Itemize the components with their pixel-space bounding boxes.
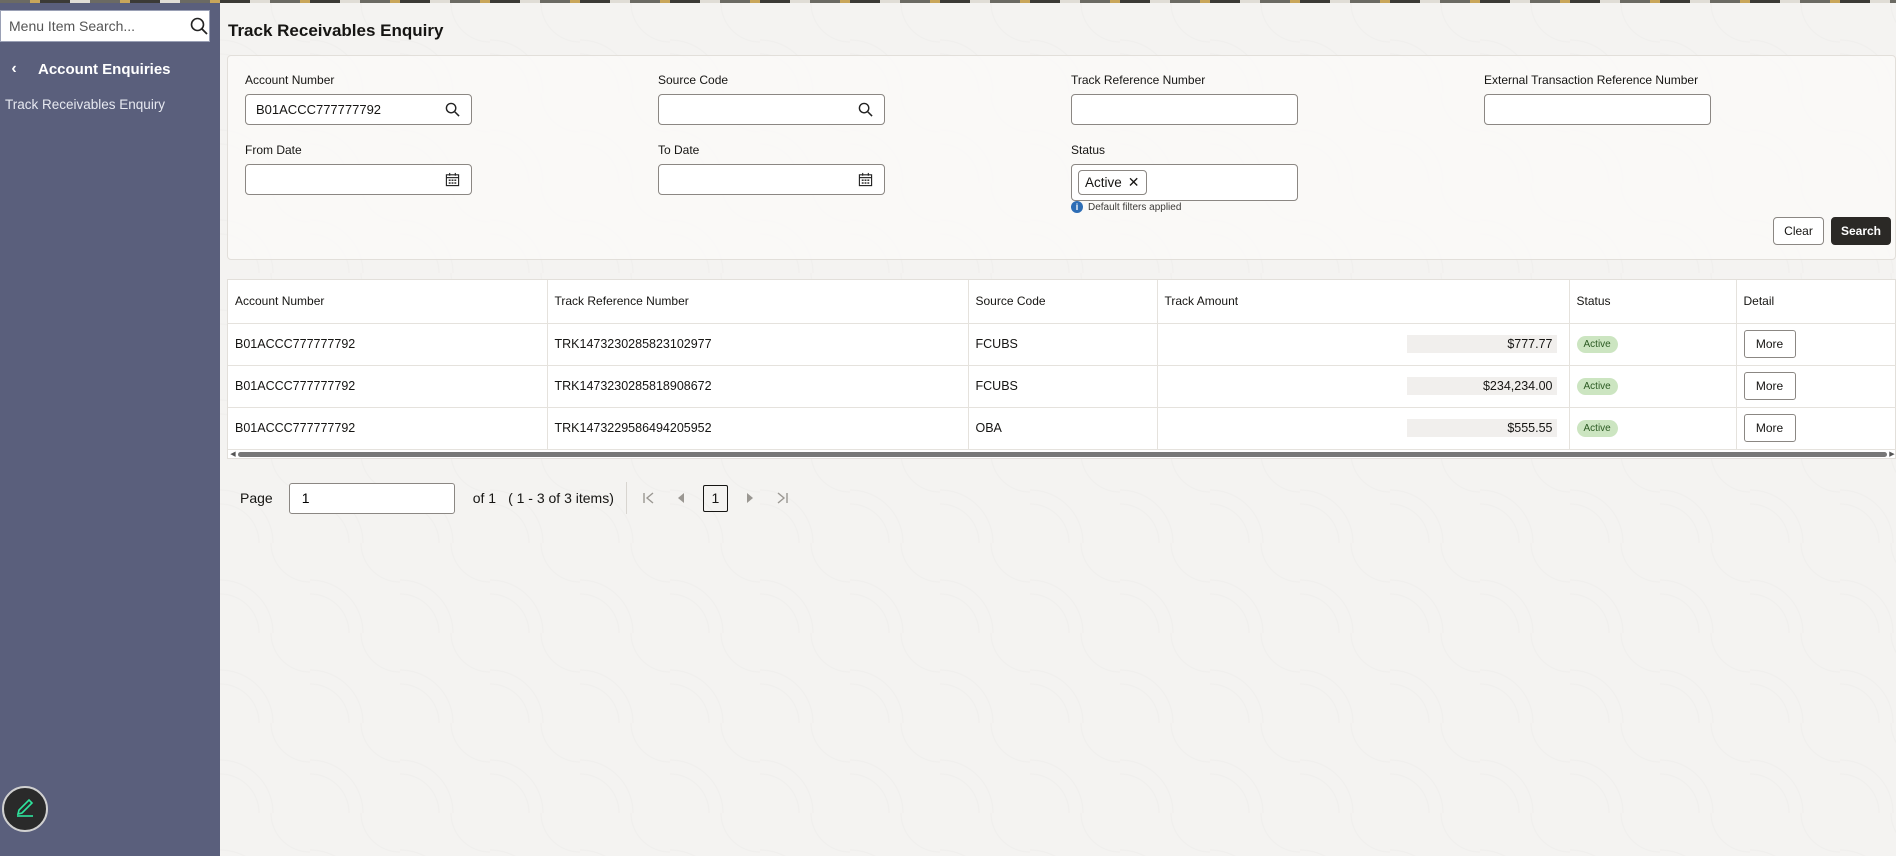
cell-track-reference: TRK1473230285823102977 xyxy=(547,323,969,366)
from-date-field[interactable] xyxy=(245,164,472,195)
column-header-source-code[interactable]: Source Code xyxy=(968,280,1158,324)
first-page-icon[interactable] xyxy=(639,488,659,508)
source-code-field[interactable] xyxy=(658,94,885,125)
table-row[interactable]: B01ACCC777777792 TRK1473229586494205952 … xyxy=(228,407,1896,450)
edit-pencil-icon xyxy=(14,796,36,823)
divider xyxy=(625,482,627,514)
page-number-input[interactable] xyxy=(288,482,455,514)
status-badge: Active xyxy=(1576,419,1618,437)
table-row[interactable]: B01ACCC777777792 TRK1473230285823102977 … xyxy=(228,323,1896,366)
cell-status: Active xyxy=(1569,323,1737,366)
scrollbar-thumb[interactable] xyxy=(238,451,1887,457)
info-icon: i xyxy=(1071,201,1083,213)
items-range-label: ( 1 - 3 of 3 items) xyxy=(508,490,614,506)
status-label: Status xyxy=(1071,143,1106,157)
column-header-track-amount[interactable]: Track Amount xyxy=(1157,280,1570,324)
scroll-left-icon[interactable]: ◀ xyxy=(228,450,238,458)
menu-search-input[interactable] xyxy=(9,18,190,34)
source-code-label: Source Code xyxy=(658,73,729,87)
cell-status: Active xyxy=(1569,365,1737,408)
external-reference-field[interactable] xyxy=(1484,94,1711,125)
table-row[interactable]: B01ACCC777777792 TRK1473230285818908672 … xyxy=(228,365,1896,408)
cell-account-number: B01ACCC777777792 xyxy=(228,365,548,408)
filter-panel: Account Number Source Code Track Referen… xyxy=(227,55,1896,260)
calendar-icon[interactable] xyxy=(856,171,874,189)
cell-source-code: FCUBS xyxy=(968,323,1158,366)
menu-search-box[interactable] xyxy=(0,10,210,42)
cell-account-number: B01ACCC777777792 xyxy=(228,407,548,450)
default-filters-text: Default filters applied xyxy=(1088,201,1182,213)
cell-track-amount: $555.55 xyxy=(1157,407,1570,450)
status-badge: Active xyxy=(1576,377,1618,395)
sidebar: ‹ Account Enquiries Track Receivables En… xyxy=(0,3,220,856)
cell-detail: More xyxy=(1736,365,1896,408)
cell-track-amount: $777.77 xyxy=(1157,323,1570,366)
last-page-icon[interactable] xyxy=(772,488,792,508)
cell-status: Active xyxy=(1569,407,1737,450)
account-number-field[interactable]: B01ACCC777777792 xyxy=(245,94,472,125)
track-reference-label: Track Reference Number xyxy=(1071,73,1206,87)
search-icon[interactable] xyxy=(190,16,208,36)
to-date-label: To Date xyxy=(658,143,700,157)
status-chip-label: Active xyxy=(1085,175,1122,190)
next-page-icon[interactable] xyxy=(740,488,760,508)
sidebar-section-title: Account Enquiries xyxy=(38,60,171,78)
page-of-label: of 1 xyxy=(472,490,497,506)
status-field[interactable]: Active ✕ xyxy=(1071,164,1298,201)
pagination: Page of 1 ( 1 - 3 of 3 items) 1 xyxy=(240,482,804,514)
cell-source-code: OBA xyxy=(968,407,1158,450)
cell-source-code: FCUBS xyxy=(968,365,1158,408)
current-page-button[interactable]: 1 xyxy=(702,484,728,512)
track-reference-field[interactable] xyxy=(1071,94,1298,125)
chevron-left-icon[interactable]: ‹ xyxy=(0,60,24,78)
cell-detail: More xyxy=(1736,323,1896,366)
cell-detail: More xyxy=(1736,407,1896,450)
more-button[interactable]: More xyxy=(1743,414,1796,442)
column-header-detail: Detail xyxy=(1736,280,1896,324)
column-header-status[interactable]: Status xyxy=(1569,280,1737,324)
clear-button[interactable]: Clear xyxy=(1773,217,1824,245)
search-icon[interactable] xyxy=(856,101,874,119)
calendar-icon[interactable] xyxy=(443,171,461,189)
to-date-field[interactable] xyxy=(658,164,885,195)
external-reference-label: External Transaction Reference Number xyxy=(1484,73,1699,87)
cell-track-amount: $234,234.00 xyxy=(1157,365,1570,408)
scroll-right-icon[interactable]: ▶ xyxy=(1887,450,1896,458)
more-button[interactable]: More xyxy=(1743,330,1796,358)
status-chip[interactable]: Active ✕ xyxy=(1078,170,1147,195)
default-filters-hint: i Default filters applied xyxy=(1071,201,1181,213)
sidebar-item-track-receivables-enquiry[interactable]: Track Receivables Enquiry xyxy=(5,97,165,112)
back-to-account-enquiries[interactable]: ‹ Account Enquiries xyxy=(0,55,220,83)
results-table: Account Number Track Reference Number So… xyxy=(227,279,1896,459)
status-badge: Active xyxy=(1576,335,1618,353)
amount-value: $555.55 xyxy=(1406,419,1557,437)
cell-account-number: B01ACCC777777792 xyxy=(228,323,548,366)
search-icon[interactable] xyxy=(443,101,461,119)
cell-track-reference: TRK1473230285818908672 xyxy=(547,365,969,408)
amount-value: $777.77 xyxy=(1406,335,1557,353)
close-icon[interactable]: ✕ xyxy=(1128,174,1140,191)
account-number-value[interactable]: B01ACCC777777792 xyxy=(256,102,443,117)
cell-track-reference: TRK1473229586494205952 xyxy=(547,407,969,450)
account-number-label: Account Number xyxy=(245,73,335,87)
amount-value: $234,234.00 xyxy=(1406,377,1557,395)
more-button[interactable]: More xyxy=(1743,372,1796,400)
column-header-account-number[interactable]: Account Number xyxy=(228,280,548,324)
column-header-track-reference[interactable]: Track Reference Number xyxy=(547,280,969,324)
main-content: Track Receivables Enquiry Account Number… xyxy=(220,3,1896,856)
horizontal-scrollbar[interactable]: ◀ ▶ xyxy=(228,450,1896,458)
previous-page-icon[interactable] xyxy=(671,488,691,508)
search-button[interactable]: Search xyxy=(1831,217,1891,245)
page-title: Track Receivables Enquiry xyxy=(228,21,444,40)
table-header-row: Account Number Track Reference Number So… xyxy=(228,280,1896,324)
from-date-label: From Date xyxy=(245,143,302,157)
edit-button[interactable] xyxy=(2,786,48,832)
page-label: Page xyxy=(240,490,273,506)
